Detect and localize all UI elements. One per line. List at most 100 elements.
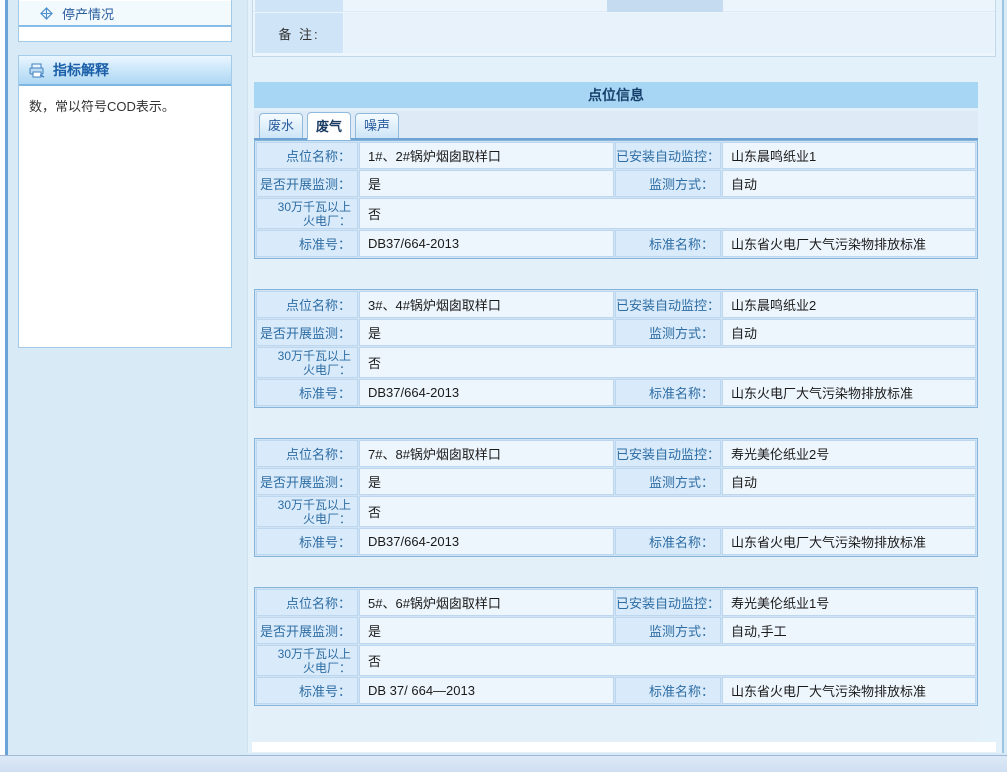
table-row: 点位名称： 5#、6#锅炉烟囱取样口 已安装自动监控： 寿光美伦纸业1号 bbox=[256, 589, 976, 616]
power-plant-label: 30万千瓦以上 火电厂： bbox=[256, 496, 358, 527]
point-name-value: 5#、6#锅炉烟囱取样口 bbox=[359, 589, 614, 616]
auto-monitor-label: 已安装自动监控： bbox=[615, 440, 721, 467]
point-info-section: 点位信息 废水废气噪声 点位名称： 1#、2#锅炉烟囱取样口 已安装自动监控： … bbox=[254, 82, 978, 742]
indicator-explain-header: 指标解释 bbox=[19, 56, 231, 86]
table-row: 点位名称： 7#、8#锅炉烟囱取样口 已安装自动监控： 寿光美伦纸业2号 bbox=[256, 440, 976, 467]
auto-monitor-value: 寿光美伦纸业1号 bbox=[722, 589, 976, 616]
standard-name-value: 山东省火电厂大气污染物排放标准 bbox=[722, 230, 976, 257]
monitor-method-value: 自动 bbox=[722, 468, 976, 495]
form-cutoff-fragment-cell bbox=[607, 0, 723, 12]
monitor-method-label: 监测方式： bbox=[615, 468, 721, 495]
sidebar-menu-panel: 停产情况 bbox=[18, 0, 232, 42]
auto-monitor-value: 寿光美伦纸业2号 bbox=[722, 440, 976, 467]
standard-no-value: DB37/664-2013 bbox=[359, 230, 614, 257]
standard-no-label: 标准号： bbox=[256, 230, 358, 257]
standard-name-label: 标准名称： bbox=[615, 230, 721, 257]
printer-icon bbox=[29, 63, 46, 78]
table-row: 30万千瓦以上 火电厂： 否 bbox=[256, 198, 976, 229]
tab-waste-gas[interactable]: 废气 bbox=[307, 112, 351, 140]
monitored-label: 是否开展监测： bbox=[256, 170, 358, 197]
form-remnant: 备 注: bbox=[252, 0, 996, 57]
table-row: 是否开展监测： 是 监测方式： 自动,手工 bbox=[256, 617, 976, 644]
standard-name-value: 山东省火电厂大气污染物排放标准 bbox=[722, 677, 976, 704]
table-row: 点位名称： 3#、4#锅炉烟囱取样口 已安装自动监控： 山东晨鸣纸业2 bbox=[256, 291, 976, 318]
point-name-label: 点位名称： bbox=[256, 291, 358, 318]
point-info-title: 点位信息 bbox=[254, 82, 978, 108]
point-name-value: 3#、4#锅炉烟囱取样口 bbox=[359, 291, 614, 318]
standard-no-value: DB37/664-2013 bbox=[359, 528, 614, 555]
monitor-method-label: 监测方式： bbox=[615, 617, 721, 644]
table-row: 是否开展监测： 是 监测方式： 自动 bbox=[256, 170, 976, 197]
points-container: 点位名称： 1#、2#锅炉烟囱取样口 已安装自动监控： 山东晨鸣纸业1 是否开展… bbox=[254, 140, 978, 706]
point-info-table: 点位名称： 1#、2#锅炉烟囱取样口 已安装自动监控： 山东晨鸣纸业1 是否开展… bbox=[254, 140, 978, 259]
point-info-table: 点位名称： 3#、4#锅炉烟囱取样口 已安装自动监控： 山东晨鸣纸业2 是否开展… bbox=[254, 289, 978, 408]
table-row: 是否开展监测： 是 监测方式： 自动 bbox=[256, 468, 976, 495]
table-row: 30万千瓦以上 火电厂： 否 bbox=[256, 496, 976, 527]
power-plant-value: 否 bbox=[359, 496, 976, 527]
power-plant-label-line1: 30万千瓦以上 bbox=[257, 647, 351, 661]
auto-monitor-value: 山东晨鸣纸业2 bbox=[722, 291, 976, 318]
left-edge-divider bbox=[5, 0, 8, 772]
table-row: 标准号： DB37/664-2013 标准名称： 山东省火电厂大气污染物排放标准 bbox=[256, 528, 976, 555]
point-info-table: 点位名称： 5#、6#锅炉烟囱取样口 已安装自动监控： 寿光美伦纸业1号 是否开… bbox=[254, 587, 978, 706]
power-plant-label: 30万千瓦以上 火电厂： bbox=[256, 645, 358, 676]
tab-noise[interactable]: 噪声 bbox=[355, 113, 399, 138]
power-plant-label-line1: 30万千瓦以上 bbox=[257, 200, 351, 214]
indicator-explain-text: 数，常以符号COD表示。 bbox=[19, 86, 231, 128]
footer-bar bbox=[0, 756, 1007, 772]
monitor-method-value: 自动 bbox=[722, 319, 976, 346]
power-plant-label: 30万千瓦以上 火电厂： bbox=[256, 347, 358, 378]
point-info-table: 点位名称： 7#、8#锅炉烟囱取样口 已安装自动监控： 寿光美伦纸业2号 是否开… bbox=[254, 438, 978, 557]
power-plant-value: 否 bbox=[359, 347, 976, 378]
auto-monitor-label: 已安装自动监控： bbox=[615, 589, 721, 616]
auto-monitor-label: 已安装自动监控： bbox=[615, 142, 721, 169]
point-name-label: 点位名称： bbox=[256, 589, 358, 616]
point-name-value: 1#、2#锅炉烟囱取样口 bbox=[359, 142, 614, 169]
monitored-label: 是否开展监测： bbox=[256, 319, 358, 346]
monitored-value: 是 bbox=[359, 617, 614, 644]
auto-monitor-label: 已安装自动监控： bbox=[615, 291, 721, 318]
standard-name-value: 山东火电厂大气污染物排放标准 bbox=[722, 379, 976, 406]
standard-no-value: DB37/664-2013 bbox=[359, 379, 614, 406]
remark-row: 备 注: bbox=[253, 13, 995, 53]
table-row: 标准号： DB37/664-2013 标准名称： 山东省火电厂大气污染物排放标准 bbox=[256, 230, 976, 257]
power-plant-label-line2: 火电厂： bbox=[257, 363, 351, 377]
main-content-panel: 备 注: 点位信息 废水废气噪声 点位名称： 1#、2#锅炉烟囱取样口 已安装自… bbox=[247, 0, 1004, 753]
monitored-value: 是 bbox=[359, 170, 614, 197]
power-plant-label-line2: 火电厂： bbox=[257, 661, 351, 675]
point-name-label: 点位名称： bbox=[256, 440, 358, 467]
standard-no-label: 标准号： bbox=[256, 677, 358, 704]
panel-bottom-strip bbox=[252, 742, 996, 752]
standard-no-label: 标准号： bbox=[256, 528, 358, 555]
tab-strip: 废水废气噪声 bbox=[254, 111, 978, 140]
standard-name-label: 标准名称： bbox=[615, 528, 721, 555]
power-plant-label: 30万千瓦以上 火电厂： bbox=[256, 198, 358, 229]
form-cutoff-row bbox=[253, 0, 995, 12]
standard-name-value: 山东省火电厂大气污染物排放标准 bbox=[722, 528, 976, 555]
table-row: 30万千瓦以上 火电厂： 否 bbox=[256, 347, 976, 378]
table-row: 点位名称： 1#、2#锅炉烟囱取样口 已安装自动监控： 山东晨鸣纸业1 bbox=[256, 142, 976, 169]
table-row: 是否开展监测： 是 监测方式： 自动 bbox=[256, 319, 976, 346]
monitored-value: 是 bbox=[359, 319, 614, 346]
form-cutoff-label-cell bbox=[255, 0, 343, 12]
move-diamond-icon bbox=[39, 6, 54, 21]
sidebar-item-stop-production[interactable]: 停产情况 bbox=[19, 1, 231, 27]
indicator-explain-panel: 指标解释 数，常以符号COD表示。 bbox=[18, 55, 232, 348]
monitor-method-label: 监测方式： bbox=[615, 170, 721, 197]
tab-wastewater[interactable]: 废水 bbox=[259, 113, 303, 138]
table-row: 标准号： DB37/664-2013 标准名称： 山东火电厂大气污染物排放标准 bbox=[256, 379, 976, 406]
monitor-method-label: 监测方式： bbox=[615, 319, 721, 346]
power-plant-value: 否 bbox=[359, 198, 976, 229]
point-name-value: 7#、8#锅炉烟囱取样口 bbox=[359, 440, 614, 467]
remark-value-field bbox=[344, 13, 994, 53]
power-plant-label-line1: 30万千瓦以上 bbox=[257, 349, 351, 363]
remark-label: 备 注: bbox=[255, 13, 343, 53]
monitor-method-value: 自动,手工 bbox=[722, 617, 976, 644]
power-plant-label-line2: 火电厂： bbox=[257, 512, 351, 526]
standard-no-value: DB 37/ 664—2013 bbox=[359, 677, 614, 704]
standard-name-label: 标准名称： bbox=[615, 379, 721, 406]
power-plant-label-line1: 30万千瓦以上 bbox=[257, 498, 351, 512]
standard-no-label: 标准号： bbox=[256, 379, 358, 406]
auto-monitor-value: 山东晨鸣纸业1 bbox=[722, 142, 976, 169]
monitored-value: 是 bbox=[359, 468, 614, 495]
